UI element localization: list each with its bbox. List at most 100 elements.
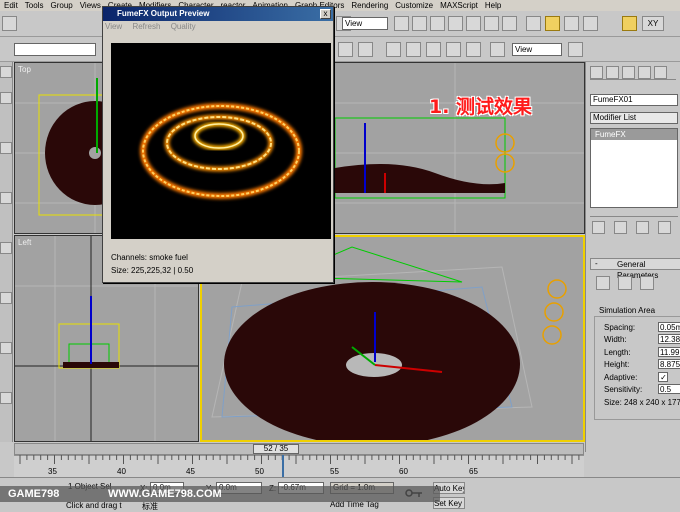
render-last-icon[interactable]	[568, 42, 583, 57]
layers-icon[interactable]	[386, 42, 401, 57]
percent-snap-icon[interactable]	[564, 16, 579, 31]
schematic-view-icon[interactable]	[426, 42, 441, 57]
width-field[interactable]: 12.38	[658, 334, 680, 344]
material-icon[interactable]	[446, 42, 461, 57]
selection-set-dropdown[interactable]	[14, 43, 96, 56]
quick-render-icon[interactable]	[338, 42, 353, 57]
tool-icon[interactable]	[0, 142, 12, 154]
object-name-field[interactable]: FumeFX01	[590, 94, 678, 106]
track-bar[interactable]: 35 40 45 50 55 60 65	[14, 455, 584, 477]
layer-icon[interactable]	[448, 16, 463, 31]
align-icon[interactable]	[430, 16, 445, 31]
menu-edit[interactable]: Edit	[4, 0, 18, 11]
simulation-area-label: Simulation Area	[599, 306, 656, 315]
menu-help[interactable]: Help	[485, 0, 501, 11]
material-editor-icon[interactable]	[502, 16, 517, 31]
annotation-text: 1. 测试效果	[429, 96, 533, 118]
menu-refresh[interactable]: Refresh	[132, 22, 160, 31]
create-tab-icon[interactable]	[590, 66, 603, 79]
preview-canvas	[111, 43, 331, 239]
spinner-snap-icon[interactable]	[583, 16, 598, 31]
menu-group[interactable]: Group	[50, 0, 72, 11]
tick-label: 50	[255, 467, 264, 476]
reference-coord-dropdown[interactable]: View	[342, 17, 388, 30]
tool-icon[interactable]	[0, 292, 12, 304]
open-fumefx-icon[interactable]	[596, 276, 610, 290]
watermark-url: WWW.GAME798.COM	[108, 488, 222, 500]
display-tab-icon[interactable]	[654, 66, 667, 79]
spacing-field[interactable]: 0.05m	[658, 322, 680, 332]
time-slider[interactable]: 52 / 35	[14, 443, 584, 455]
options-icon[interactable]	[640, 276, 654, 290]
tick-label: 45	[186, 467, 195, 476]
sensitivity-field[interactable]: 0.5	[658, 384, 680, 394]
channels-label: Channels: smoke fuel	[111, 253, 188, 262]
environment-icon[interactable]	[466, 42, 481, 57]
window-title: FumeFX Output Preview	[103, 7, 333, 21]
tick-label: 40	[117, 467, 126, 476]
grid-size-text: Size: 248 x 240 x 177	[604, 398, 680, 407]
mirror-icon[interactable]	[412, 16, 427, 31]
snap-3d-icon[interactable]	[526, 16, 541, 31]
show-end-result-icon[interactable]	[614, 221, 627, 234]
tool-icon[interactable]	[0, 192, 12, 204]
angle-snap-icon[interactable]	[545, 16, 560, 31]
menu-customize[interactable]: Customize	[395, 0, 433, 11]
modify-tab-icon[interactable]	[606, 66, 619, 79]
menu-view[interactable]: View	[105, 22, 122, 31]
tick-label: 60	[399, 467, 408, 476]
tick-label: 65	[469, 467, 478, 476]
preview-menu: View Refresh Quality	[105, 22, 204, 34]
adaptive-checkbox[interactable]: ✓	[658, 372, 668, 382]
rollout-toggle[interactable]: -	[595, 259, 598, 268]
menu-rendering[interactable]: Rendering	[351, 0, 388, 11]
curve-editor-icon[interactable]	[466, 16, 481, 31]
track-bar-ruler	[14, 455, 584, 464]
height-field[interactable]: 8.875	[658, 359, 680, 369]
general-parameters-rollout[interactable]: General Parameters	[590, 258, 680, 280]
menu-tools[interactable]: Tools	[25, 0, 44, 11]
watermark: GAME798 WWW.GAME798.COM	[0, 486, 440, 502]
tool-icon[interactable]	[0, 66, 12, 78]
time-slider-thumb[interactable]: 52 / 35	[253, 444, 299, 454]
tick-label: 35	[48, 467, 57, 476]
pin-stack-icon[interactable]	[592, 221, 605, 234]
render-icon[interactable]	[622, 16, 637, 31]
menu-maxscript[interactable]: MAXScript	[440, 0, 478, 11]
remove-modifier-icon[interactable]	[658, 221, 671, 234]
pivot-icon[interactable]	[394, 16, 409, 31]
track-view-icon[interactable]	[406, 42, 421, 57]
current-frame-marker	[282, 455, 284, 477]
tool-icon[interactable]	[0, 92, 12, 104]
command-panel: FumeFX01 Modifier List FumeFX General Pa…	[585, 62, 680, 452]
cn-label: 标准	[142, 502, 158, 511]
preview-icon[interactable]	[618, 276, 632, 290]
tool-icon[interactable]	[0, 242, 12, 254]
height-label: Height:	[604, 360, 630, 369]
menu-views[interactable]: Views	[80, 0, 101, 11]
tool-icon[interactable]	[0, 342, 12, 354]
close-button[interactable]: x	[320, 9, 331, 19]
schematic-icon[interactable]	[484, 16, 499, 31]
make-unique-icon[interactable]	[636, 221, 649, 234]
motion-tab-icon[interactable]	[638, 66, 651, 79]
length-label: Length:	[604, 348, 631, 357]
modifier-stack: FumeFX	[590, 128, 678, 208]
watermark-logo: GAME798	[8, 488, 60, 500]
hierarchy-tab-icon[interactable]	[622, 66, 635, 79]
left-tool-strip	[0, 62, 13, 442]
tool-icon[interactable]	[0, 392, 12, 404]
render-view-dropdown[interactable]: View	[512, 43, 562, 56]
modifier-list-dropdown[interactable]: Modifier List	[590, 112, 678, 124]
fumefx-preview-window: FumeFX Output Preview x View Refresh Qua…	[102, 6, 334, 283]
undo-icon[interactable]	[2, 16, 17, 31]
teapot-icon[interactable]	[490, 42, 505, 57]
sensitivity-label: Sensitivity:	[604, 385, 643, 394]
xy-constraint-button[interactable]: XY	[642, 16, 664, 31]
render-scene-icon[interactable]	[358, 42, 373, 57]
spacing-label: Spacing:	[604, 323, 636, 332]
length-field[interactable]: 11.99	[658, 347, 680, 357]
stack-item-fumefx[interactable]: FumeFX	[591, 129, 677, 140]
panel-tabs	[590, 66, 676, 80]
menu-quality[interactable]: Quality	[171, 22, 196, 31]
